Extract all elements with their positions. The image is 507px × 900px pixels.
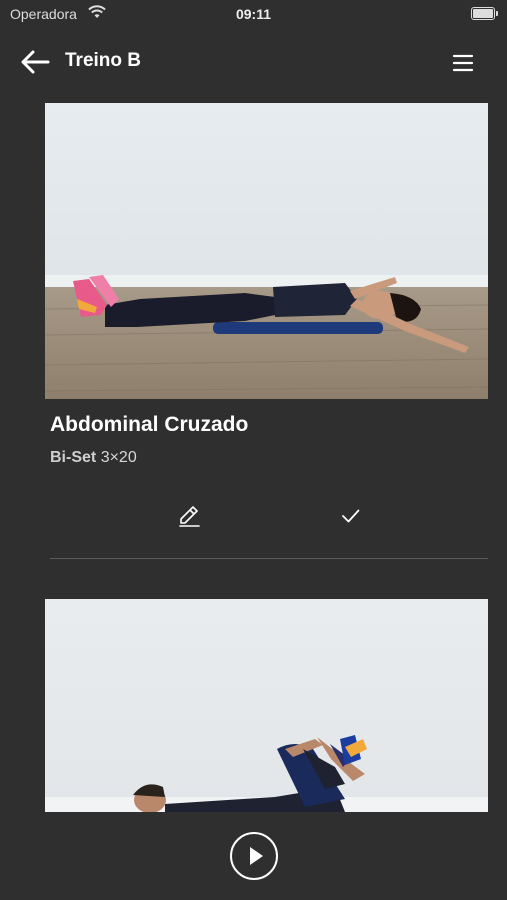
check-icon[interactable]	[336, 501, 366, 531]
exercise-meta: Bi-Set 3×20	[50, 449, 137, 467]
divider	[50, 558, 488, 559]
pencil-icon[interactable]	[174, 501, 204, 531]
exercise-photo[interactable]	[45, 599, 488, 812]
play-button[interactable]	[230, 832, 278, 880]
clock: 09:11	[235, 6, 272, 22]
exercise-photo[interactable]	[45, 103, 488, 399]
status-bar: Operadora 09:11	[0, 0, 507, 28]
page-title: Treino B	[65, 50, 142, 71]
exercise-name: Abdominal Cruzado	[50, 413, 249, 436]
exercise-type: Bi-Set	[50, 449, 97, 466]
arrow-left-icon[interactable]	[18, 48, 52, 76]
battery-icon	[471, 7, 498, 20]
exercise-illustration	[45, 599, 488, 812]
navigation-bar: Treino B	[0, 36, 507, 88]
exercise-illustration	[45, 103, 488, 399]
exercise-sets-reps: 3×20	[100, 449, 137, 466]
hamburger-menu-icon[interactable]	[449, 51, 477, 75]
